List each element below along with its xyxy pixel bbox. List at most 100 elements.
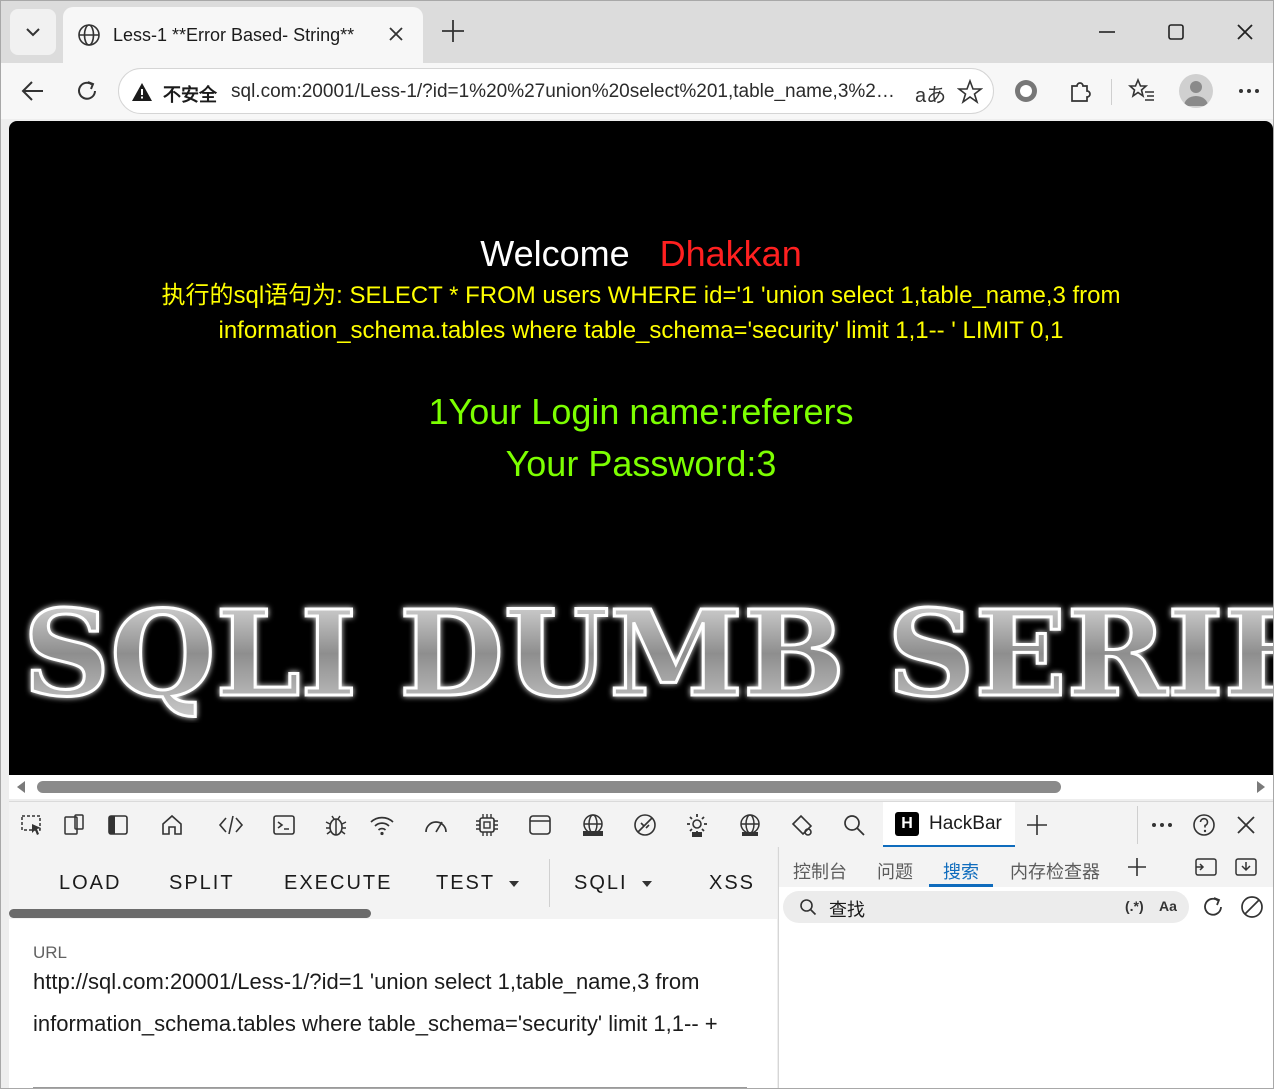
puzzle-icon [1071,82,1091,102]
tab-issues[interactable]: 问题 [877,858,913,884]
memory-tab-button[interactable] [472,810,502,840]
match-case-toggle[interactable]: Aa [1159,898,1177,914]
address-bar[interactable]: 不安全 sql.com:20001/Less-1/?id=1%20%27unio… [118,68,994,114]
new-tab-icon[interactable] [439,17,467,45]
execute-button[interactable]: EXECUTE [284,872,392,895]
browser-toolbar: 不安全 sql.com:20001/Less-1/?id=1%20%27unio… [1,63,1273,119]
settings-gear-tab-button[interactable] [682,810,712,840]
gear-icon [687,814,707,837]
security-tab-button[interactable] [578,810,608,840]
clear-search-icon[interactable] [1239,894,1265,920]
user-name-text: Dhakkan [659,233,802,274]
tab-memory-inspector[interactable]: 内存检查器 [1010,858,1100,884]
elements-tab-button[interactable] [216,810,246,840]
regex-toggle[interactable]: (.*) [1125,898,1144,914]
tab-search[interactable]: 搜索 [943,858,979,884]
inspect-icon [21,815,41,835]
network-conditions-tab-button[interactable] [735,810,765,840]
maximize-icon[interactable] [1163,19,1189,45]
url-field-underline [33,1087,747,1088]
menu-scroll-thumb[interactable] [9,909,371,918]
back-button[interactable] [17,75,49,107]
inspect-element-button[interactable] [17,810,47,840]
url-field-label: URL [33,943,68,962]
caret-down-icon [509,880,520,887]
warning-icon[interactable] [131,81,153,103]
scroll-right-arrow-icon[interactable] [1257,781,1265,793]
window-icon [529,815,551,835]
url-textarea[interactable]: http://sql.com:20001/Less-1/?id=1 'union… [33,961,723,1045]
hackbar-menu: LOAD SPLIT EXECUTE TEST SQLI XSS [9,847,777,919]
code-tags-icon [218,815,244,835]
test-dropdown-button[interactable]: TEST [436,872,520,895]
home-icon [162,814,182,835]
url-text[interactable]: sql.com:20001/Less-1/?id=1%20%27union%20… [231,81,903,103]
dock-side-button[interactable] [103,810,133,840]
close-window-icon[interactable] [1232,19,1258,45]
favorite-star-icon[interactable] [957,79,983,105]
hackbar-tab[interactable]: H HackBar [883,802,1015,848]
user-icon [1184,81,1208,106]
refresh-icon [78,81,96,100]
application-tab-button[interactable] [525,810,555,840]
more-tools-button[interactable] [1022,810,1052,840]
search-tab-button[interactable] [839,810,869,840]
scroll-left-arrow-icon[interactable] [17,781,25,793]
sqli-dumb-series-banner: SQLI DUMB SERIES [22,583,1274,723]
network-tab-button[interactable] [367,810,397,840]
add-drawer-tab-icon[interactable] [1125,855,1149,879]
devtools-drawer: 控制台 问题 搜索 内存检查器 查找 (.*) Aa [778,847,1273,1088]
page-horizontal-scrollbar[interactable] [9,775,1273,799]
extensions-button[interactable] [1064,75,1096,107]
password-line: Your Password:3 [505,443,777,484]
sqli-dropdown-button[interactable]: SQLI [574,872,652,895]
welcome-heading: Welcome Dhakkan [9,233,1273,275]
device-icon [64,814,84,835]
minimize-icon[interactable] [1094,19,1120,45]
close-devtools-button[interactable] [1231,810,1261,840]
banner-text: SQLI DUMB SERIES [23,584,1273,723]
read-aloud-button[interactable]: aあ [915,79,946,108]
tab-title: Less-1 **Error Based- String** [113,24,355,45]
close-tab-icon[interactable] [385,23,407,45]
login-name-line: 1Your Login name:referers [428,391,854,432]
performance-tab-button[interactable] [421,810,451,840]
page-viewport: Welcome Dhakkan 执行的sql语句为: SELECT * FROM … [9,121,1273,775]
tab-actions-menu-button[interactable] [10,9,56,55]
more-dots-icon [1239,89,1259,93]
load-button[interactable]: LOAD [59,872,121,895]
search-input[interactable]: 查找 (.*) Aa [783,891,1189,923]
sources-tab-button[interactable] [321,810,351,840]
lighthouse-tab-button[interactable] [630,810,660,840]
search-icon [800,899,817,916]
drawer-download-icon[interactable] [1233,855,1259,879]
hackbar-logo-icon: H [895,811,919,836]
scroll-thumb[interactable] [37,781,1061,793]
dock-drawer-icon[interactable] [1193,855,1219,879]
sqli-label: SQLI [574,872,628,894]
customize-devtools-button[interactable] [1147,810,1177,840]
sidebar-icon [108,815,128,835]
profile-avatar[interactable] [1179,74,1213,108]
help-button[interactable] [1189,810,1219,840]
wifi-icon [370,816,394,836]
device-emulation-button[interactable] [59,810,89,840]
welcome-tab-button[interactable] [157,810,187,840]
favorites-button[interactable] [1126,75,1158,107]
close-icon [1237,816,1255,834]
split-button[interactable]: SPLIT [169,872,235,895]
console-tab-button[interactable] [269,810,299,840]
sql-statement: 执行的sql语句为: SELECT * FROM users WHERE id=… [161,282,1121,344]
settings-more-button[interactable] [1233,75,1265,107]
security-label[interactable]: 不安全 [163,81,217,107]
xss-dropdown-button[interactable]: XSS [709,872,755,895]
rendering-tab-button[interactable] [787,810,817,840]
extension-record-button[interactable] [1010,75,1042,107]
record-icon [1015,80,1037,102]
refresh-button[interactable] [71,75,103,107]
refresh-search-icon[interactable] [1200,894,1226,920]
tab-console[interactable]: 控制台 [793,858,847,884]
active-tab[interactable]: Less-1 **Error Based- String** [63,7,423,63]
menu-divider [549,859,550,907]
hackbar-panel: LOAD SPLIT EXECUTE TEST SQLI XSS URL htt… [9,847,777,1088]
